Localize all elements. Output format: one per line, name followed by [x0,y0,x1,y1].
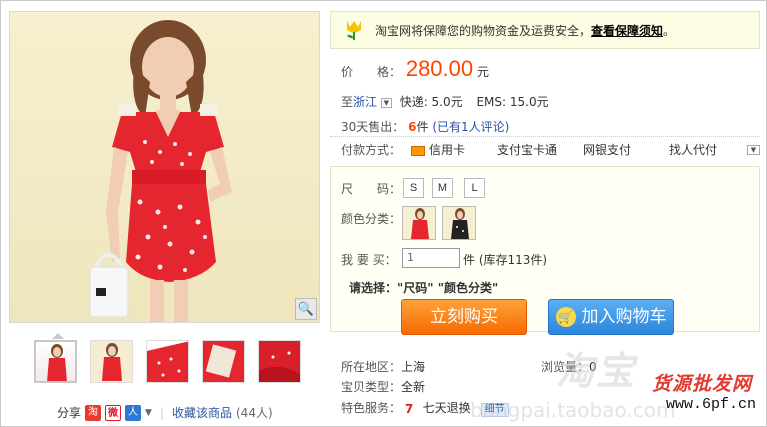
guarantee-banner: 淘宝网将保障您的购物资金及运费安全，查看保障须知。 [330,11,760,49]
main-product-image[interactable]: 🔍 [9,11,320,323]
price-label: 价 格： [341,65,402,79]
price-unit: 元 [476,65,489,79]
color-swatch-black[interactable] [442,206,476,240]
share-bar: 分享 淘 微 人 ▼ | 收藏该商品 (44人) [57,404,273,421]
share-more-icon[interactable]: ▼ [145,408,152,418]
service-value: 七天退换 [422,401,471,415]
select-hint: 请选择："尺码" "颜色分类" [349,281,499,295]
buy-now-button[interactable]: 立刻购买 [401,299,527,335]
taobao-share-icon[interactable]: 淘 [85,404,102,421]
sales-row: 30天售出： 6件 (已有1人评论) [341,120,510,134]
thumbnail-1[interactable] [34,340,77,383]
watermark-url: www.6pf.cn [666,396,757,413]
guarantee-text: 淘宝网将保障您的购物资金及运费安全， [375,23,592,38]
add-to-cart-button[interactable]: 🛒 加入购物车 [548,299,674,335]
price-value: 280.00 [405,56,474,81]
region-dropdown-icon[interactable]: ▼ [380,97,392,108]
express-fee: 快递: 5.0元 [399,95,463,109]
thumbnail-4[interactable] [202,340,245,383]
tulip-icon [347,21,361,40]
divider [330,136,760,137]
color-label: 颜色分类： [341,212,402,226]
cart-icon: 🛒 [555,307,576,327]
reviews-link[interactable]: (已有1人评论) [432,120,509,134]
size-option-l[interactable]: L [464,178,485,198]
quantity-label: 我 要 买： [341,253,397,267]
share-label: 分享 [57,406,82,420]
thumb-caret [52,333,64,339]
seven-day-return-icon: 7 [404,401,414,416]
payment-credit-card: 信用卡 [411,141,497,158]
size-option-m[interactable]: M [432,178,453,198]
renren-share-icon[interactable]: 人 [125,404,142,421]
select-hint-items: "尺码" "颜色分类" [397,281,499,295]
location-row: 所在地区：上海 [341,360,426,374]
price-row: 价 格： 280.00 元 [341,56,489,82]
model-photo [89,20,232,322]
payment-alipay-card: 支付宝卡通 [497,143,558,157]
location-value: 上海 [401,360,426,374]
favorite-link[interactable]: 收藏该商品 [172,404,232,421]
watermark-brand: 货源批发网 [652,373,753,395]
quantity-input[interactable]: 1 [402,248,460,268]
stock-count: (库存113件) [478,253,548,267]
favorite-count: (44人) [236,406,273,420]
credit-card-icon [411,145,425,156]
weibo-share-icon[interactable]: 微 [105,404,122,421]
color-row: 颜色分类： [341,210,401,227]
item-type-value: 全新 [401,380,426,394]
payment-proxy: 找人代付 [669,143,718,157]
thumbnail-3[interactable] [146,340,189,383]
zoom-icon[interactable]: 🔍 [295,298,317,320]
payment-expand-icon[interactable]: ▼ [747,144,760,155]
thumbnail-2[interactable] [90,340,133,383]
quantity-row: 我 要 买： [341,251,397,268]
item-type-row: 宝贝类型：全新 [341,380,426,394]
payment-netbank: 网银支付 [583,143,632,157]
shipping-row: 至浙江 ▼ 快递: 5.0元 EMS: 15.0元 [341,95,549,109]
color-swatch-red[interactable] [402,206,436,240]
payment-label: 付款方式： [341,143,402,157]
region-select[interactable]: 浙江 [353,95,377,109]
guarantee-link[interactable]: 查看保障须知 [591,24,663,38]
thumbnail-strip [34,340,301,383]
watermark-logo: 淘宝 [556,349,637,393]
ems-fee: EMS: 15.0元 [476,95,549,109]
sales-label: 30天售出： [341,120,405,134]
size-row: 尺 码： [341,180,401,197]
size-option-s[interactable]: S [403,178,424,198]
size-label: 尺 码： [341,182,402,196]
quantity-unit-stock: 件 (库存113件) [463,253,548,267]
payment-row: 付款方式： 信用卡 支付宝卡通 网银支付 找人代付 ▼ [341,141,760,158]
thumbnail-5[interactable] [258,340,301,383]
watermark-site: bangpai.taobao.com [470,398,676,422]
